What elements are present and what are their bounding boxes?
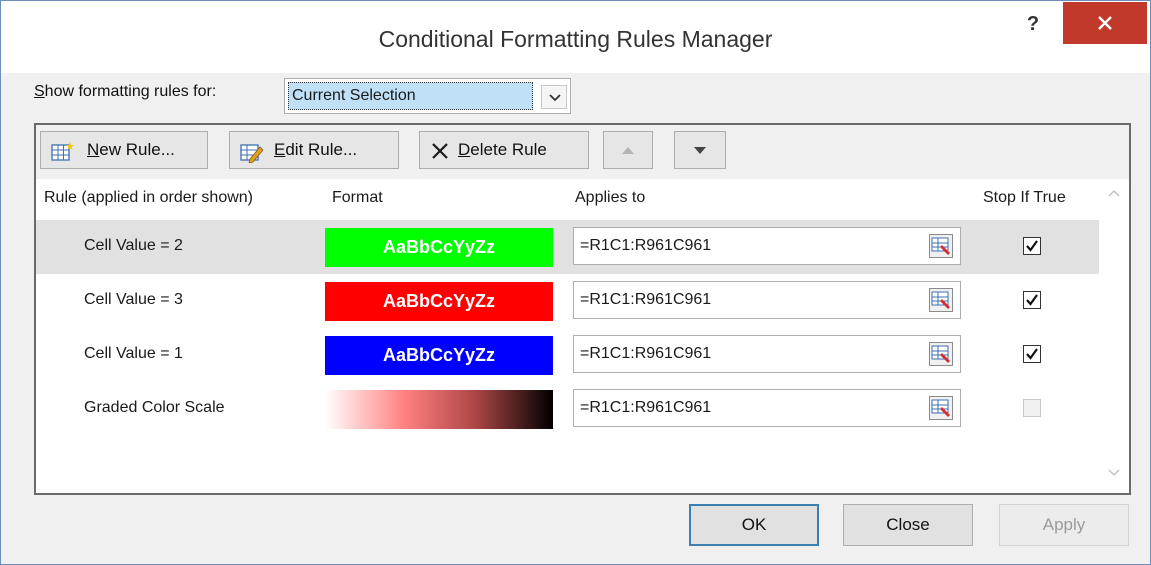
stop-if-true-checkbox[interactable]	[1023, 345, 1041, 363]
edit-rule-icon	[240, 144, 264, 163]
rule-row[interactable]: Cell Value = 1 AaBbCcYyZz =R1C1:R961C961	[36, 328, 1099, 382]
format-preview: AaBbCcYyZz	[325, 336, 553, 375]
close-window-button[interactable]	[1063, 2, 1147, 44]
rules-column-headers: Rule (applied in order shown) Format App…	[36, 179, 1099, 219]
header-stop-if-true: Stop If True	[983, 189, 1066, 206]
range-picker-icon[interactable]	[929, 288, 953, 312]
ok-button[interactable]: OK	[689, 504, 819, 546]
rule-name: Graded Color Scale	[84, 399, 225, 416]
color-scale-preview	[325, 390, 553, 429]
checkmark-icon	[1026, 348, 1038, 360]
range-picker-icon[interactable]	[929, 234, 953, 258]
checkmark-icon	[1026, 294, 1038, 306]
format-preview: AaBbCcYyZz	[325, 228, 553, 267]
dialog-title: Conditional Formatting Rules Manager	[378, 26, 773, 52]
format-preview: AaBbCcYyZz	[325, 282, 553, 321]
scroll-down-icon[interactable]	[1108, 469, 1120, 477]
delete-x-icon	[432, 143, 448, 159]
close-button[interactable]: Close	[843, 504, 973, 546]
rules-manager-dialog: Conditional Formatting Rules Manager ? S…	[0, 0, 1151, 565]
checkmark-icon	[1026, 240, 1038, 252]
show-rules-label: Show formatting rules for:	[34, 83, 217, 100]
rule-name: Cell Value = 2	[84, 237, 183, 254]
move-down-button[interactable]	[674, 131, 726, 169]
header-rule: Rule (applied in order shown)	[44, 189, 253, 206]
stop-if-true-checkbox[interactable]	[1023, 237, 1041, 255]
dropdown-button[interactable]	[541, 85, 567, 109]
applies-to-field[interactable]: =R1C1:R961C961	[573, 389, 961, 427]
applies-to-field[interactable]: =R1C1:R961C961	[573, 335, 961, 373]
rule-name: Cell Value = 1	[84, 345, 183, 362]
rules-panel: New Rule... Edit Rule... Delete Rule Rul…	[34, 123, 1131, 495]
delete-rule-button[interactable]: Delete Rule	[419, 131, 589, 169]
show-rules-for-select[interactable]: Current Selection	[284, 78, 571, 114]
close-icon	[1098, 16, 1112, 30]
rule-row[interactable]: Cell Value = 3 AaBbCcYyZz =R1C1:R961C961	[36, 274, 1099, 328]
rules-toolbar: New Rule... Edit Rule... Delete Rule	[36, 125, 1129, 179]
new-rule-icon	[51, 142, 74, 161]
applies-to-value: =R1C1:R961C961	[580, 399, 712, 416]
applies-to-field[interactable]: =R1C1:R961C961	[573, 281, 961, 319]
applies-to-field[interactable]: =R1C1:R961C961	[573, 227, 961, 265]
applies-to-value: =R1C1:R961C961	[580, 345, 712, 362]
arrow-up-icon	[622, 147, 634, 154]
move-up-button[interactable]	[603, 131, 653, 169]
rule-name: Cell Value = 3	[84, 291, 183, 308]
vertical-scrollbar[interactable]	[1099, 179, 1129, 493]
chevron-down-icon	[549, 94, 561, 102]
header-applies-to: Applies to	[575, 189, 646, 206]
apply-button: Apply	[999, 504, 1129, 546]
header-format: Format	[332, 189, 383, 206]
new-rule-button[interactable]: New Rule...	[40, 131, 208, 169]
show-rules-for-value: Current Selection	[288, 82, 533, 110]
rule-row[interactable]: Cell Value = 2 AaBbCcYyZz =R1C1:R961C961	[36, 220, 1099, 274]
scroll-up-icon[interactable]	[1108, 189, 1120, 197]
range-picker-icon[interactable]	[929, 342, 953, 366]
help-button[interactable]: ?	[1013, 9, 1053, 41]
stop-if-true-checkbox[interactable]	[1023, 291, 1041, 309]
arrow-down-icon	[694, 147, 706, 154]
applies-to-value: =R1C1:R961C961	[580, 291, 712, 308]
applies-to-value: =R1C1:R961C961	[580, 237, 712, 254]
edit-rule-button[interactable]: Edit Rule...	[229, 131, 399, 169]
title-bar: Conditional Formatting Rules Manager ?	[1, 1, 1150, 73]
stop-if-true-checkbox	[1023, 399, 1041, 417]
range-picker-icon[interactable]	[929, 396, 953, 420]
rule-row[interactable]: Graded Color Scale =R1C1:R961C961	[36, 382, 1099, 436]
